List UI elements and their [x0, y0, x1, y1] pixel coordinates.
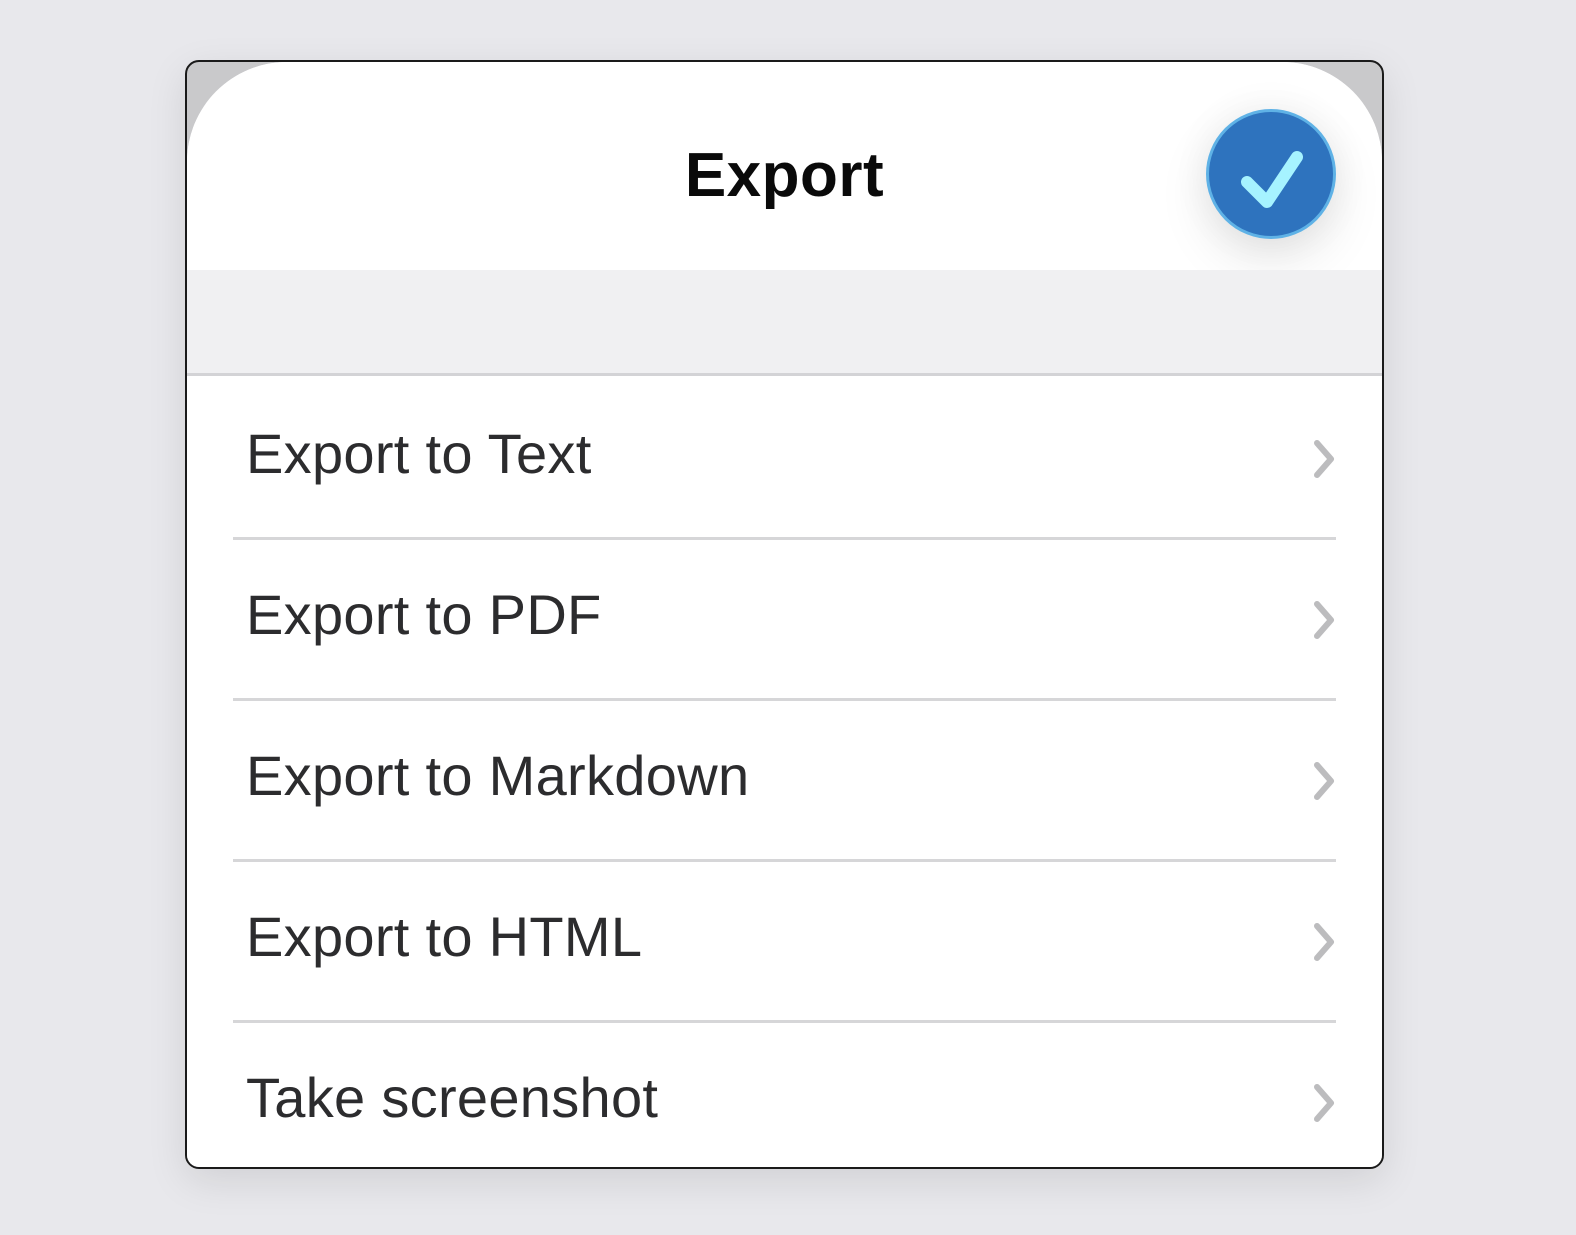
section-spacer [187, 270, 1382, 376]
list-item-label: Export to Markdown [246, 744, 750, 807]
chevron-right-icon [1314, 1084, 1334, 1122]
export-to-markdown-row[interactable]: Export to Markdown [187, 701, 1382, 862]
export-to-html-row[interactable]: Export to HTML [187, 862, 1382, 1023]
take-screenshot-row[interactable]: Take screenshot [187, 1023, 1382, 1167]
chevron-right-icon [1314, 762, 1334, 800]
done-button[interactable] [1206, 109, 1336, 239]
chevron-right-icon [1314, 601, 1334, 639]
export-to-pdf-row[interactable]: Export to PDF [187, 540, 1382, 701]
chevron-right-icon [1314, 440, 1334, 478]
header: Export [187, 62, 1382, 270]
page-title: Export [684, 141, 885, 210]
list-item-label: Export to Text [246, 422, 592, 485]
export-dialog: Export Export to Text Export to PDF Expo… [185, 60, 1384, 1169]
export-sheet: Export Export to Text Export to PDF Expo… [187, 62, 1382, 1167]
list-item-label: Export to PDF [246, 583, 602, 646]
list-item-label: Take screenshot [246, 1066, 659, 1129]
export-options-list: Export to Text Export to PDF Export to M… [187, 379, 1382, 1167]
chevron-right-icon [1314, 923, 1334, 961]
export-to-text-row[interactable]: Export to Text [187, 379, 1382, 540]
list-item-label: Export to HTML [246, 905, 643, 968]
checkmark-icon [1241, 151, 1303, 208]
